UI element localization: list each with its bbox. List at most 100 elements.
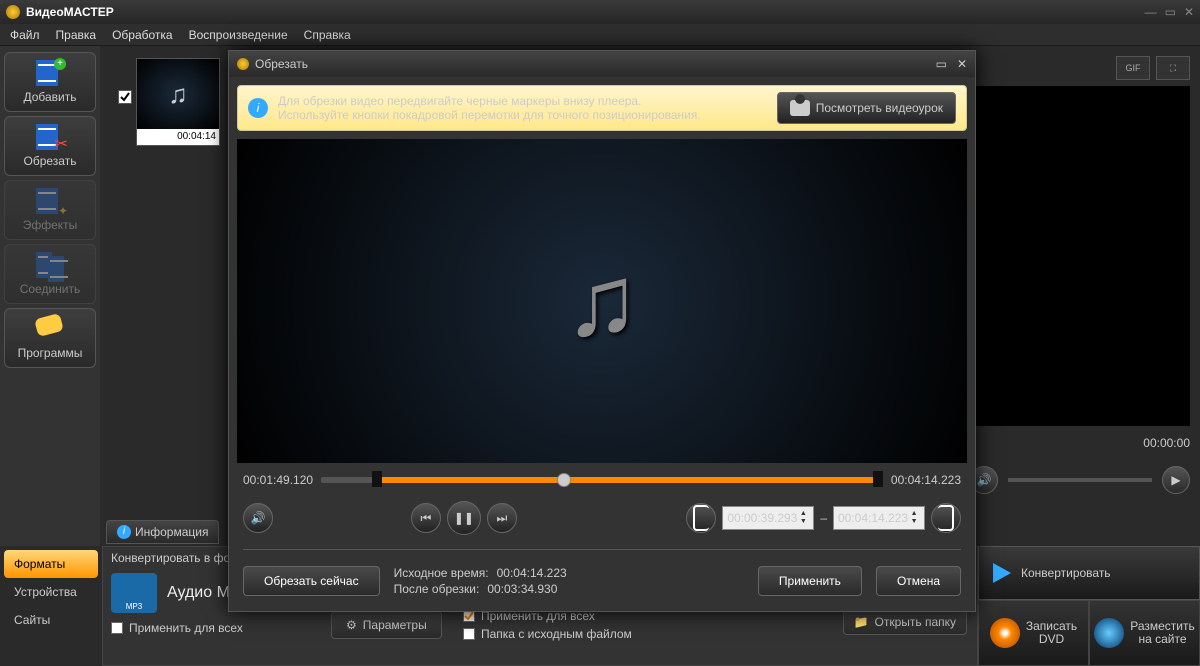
dialog-volume-button[interactable]: 🔊 <box>243 503 273 533</box>
effects-button[interactable]: ✦ Эффекты <box>4 180 96 240</box>
clip-checkbox[interactable] <box>118 90 132 104</box>
apply-all-checkbox[interactable] <box>111 622 123 634</box>
speaker-icon: 🔊 <box>977 473 992 487</box>
watch-lesson-button[interactable]: Посмотреть видеоурок <box>777 92 956 124</box>
tab-sites[interactable]: Сайты <box>4 606 98 634</box>
menu-help[interactable]: Справка <box>304 28 351 42</box>
params-label: Параметры <box>363 618 427 632</box>
step-forward-icon: ⏭ <box>497 511 508 526</box>
out-time-input[interactable]: 00:04:14.223▲▼ <box>833 506 925 530</box>
trim-now-button[interactable]: Обрезать сейчас <box>243 566 380 596</box>
after-time-label: После обрезки: <box>394 582 480 596</box>
open-folder-button[interactable]: 📁 Открыть папку <box>843 609 967 635</box>
spin-down-icon[interactable]: ▼ <box>908 518 920 526</box>
spin-up-icon[interactable]: ▲ <box>797 510 809 518</box>
hint-bar: i Для обрезки видео передвигайте черные … <box>237 85 967 131</box>
source-folder-checkbox[interactable] <box>463 628 475 640</box>
dialog-close-icon[interactable]: ✕ <box>957 57 967 71</box>
plus-icon: + <box>54 58 66 70</box>
trim-track[interactable] <box>321 477 883 483</box>
bracket-left-icon <box>693 505 709 531</box>
time-left: 00:01:49.120 <box>243 473 313 487</box>
convert-label: Конвертировать <box>1021 566 1111 580</box>
tab-devices[interactable]: Устройства <box>4 578 98 606</box>
join-label: Соединить <box>20 282 81 296</box>
globe-icon <box>1094 618 1124 648</box>
dvd-label1: Записать <box>1026 619 1077 633</box>
playhead-handle[interactable] <box>557 473 571 487</box>
format-icon: MP3 <box>111 573 157 613</box>
pause-button[interactable]: ❚❚ <box>447 501 481 535</box>
spin-up-icon[interactable]: ▲ <box>908 510 920 518</box>
info-tab[interactable]: i Информация <box>106 520 219 544</box>
trim-label: Обрезать <box>24 154 77 168</box>
apply-button[interactable]: Применить <box>758 566 862 596</box>
menu-edit[interactable]: Правка <box>56 28 97 42</box>
time-right: 00:04:14.223 <box>891 473 961 487</box>
src-time-label: Исходное время: <box>394 566 489 580</box>
close-icon[interactable]: ✕ <box>1184 5 1194 19</box>
menu-process[interactable]: Обработка <box>112 28 173 42</box>
spin-down-icon[interactable]: ▼ <box>797 518 809 526</box>
burn-dvd-button[interactable]: ЗаписатьDVD <box>978 600 1089 666</box>
dash: – <box>820 511 827 525</box>
disc-icon <box>990 618 1020 648</box>
trim-dialog: Обрезать ▭ ✕ i Для обрезки видео передви… <box>228 50 976 612</box>
clip-thumbnail[interactable]: ♫ 00:04:14 <box>136 58 220 146</box>
next-frame-button[interactable]: ⏭ <box>487 503 517 533</box>
menu-playback[interactable]: Воспроизведение <box>189 28 288 42</box>
add-button[interactable]: + Добавить <box>4 52 96 112</box>
arrow-icon <box>993 563 1011 583</box>
programs-label: Программы <box>18 346 83 360</box>
publish-web-button[interactable]: Разместитьна сайте <box>1089 600 1200 666</box>
maximize-icon[interactable]: ▭ <box>1165 5 1176 19</box>
web-label2: на сайте <box>1138 632 1186 646</box>
in-time-input[interactable]: 00:00:39.293▲▼ <box>722 506 814 530</box>
dialog-title: Обрезать <box>255 57 308 71</box>
play-icon: ▶ <box>1171 473 1180 487</box>
fullscreen-button[interactable]: ⛶ <box>1156 56 1190 80</box>
params-button[interactable]: ⚙ Параметры <box>331 611 442 639</box>
prev-frame-button[interactable]: ⏮ <box>411 503 441 533</box>
trim-marker-start[interactable] <box>372 471 382 487</box>
apply-all-label: Применить для всех <box>129 621 243 635</box>
dialog-minimize-icon[interactable]: ▭ <box>936 57 947 71</box>
gear-icon: ⚙ <box>346 618 357 632</box>
bracket-right-icon <box>938 505 954 531</box>
trim-button[interactable]: ✂ Обрезать <box>4 116 96 176</box>
source-folder-label: Папка с исходным файлом <box>481 627 632 641</box>
lesson-label: Посмотреть видеоурок <box>816 101 943 115</box>
set-out-button[interactable] <box>931 503 961 533</box>
set-in-button[interactable] <box>686 503 716 533</box>
gif-button[interactable]: GIF <box>1116 56 1150 80</box>
convert-button[interactable]: Конвертировать <box>978 546 1200 600</box>
preview-video <box>970 86 1190 426</box>
play-button[interactable]: ▶ <box>1162 466 1190 494</box>
tab-formats[interactable]: Форматы <box>4 550 98 578</box>
info-icon: i <box>117 525 131 539</box>
app-title: ВидеоМАСТЕР <box>26 5 114 19</box>
tag-icon <box>34 313 64 337</box>
join-button[interactable]: Соединить <box>4 244 96 304</box>
dialog-video: ♫ <box>237 139 967 463</box>
hint-line2: Используйте кнопки покадровой перемотки … <box>278 108 767 122</box>
music-note-icon: ♫ <box>168 79 188 110</box>
cancel-button[interactable]: Отмена <box>876 566 961 596</box>
programs-button[interactable]: Программы <box>4 308 96 368</box>
volume-slider[interactable] <box>1008 478 1152 482</box>
dvd-label2: DVD <box>1039 632 1064 646</box>
camera-icon <box>790 100 810 116</box>
folder-icon: 📁 <box>854 615 869 629</box>
trim-marker-end[interactable] <box>873 471 883 487</box>
step-back-icon: ⏮ <box>421 511 432 526</box>
hint-info-icon: i <box>248 98 268 118</box>
preview-time: 00:00:00 <box>970 436 1190 450</box>
menu-file[interactable]: Файл <box>10 28 40 42</box>
effects-label: Эффекты <box>23 218 78 232</box>
minimize-icon[interactable]: — <box>1145 5 1157 19</box>
web-label1: Разместить <box>1130 619 1195 633</box>
dialog-icon <box>237 58 249 70</box>
add-label: Добавить <box>23 90 76 104</box>
music-note-icon: ♫ <box>565 244 640 359</box>
app-logo-icon <box>6 5 20 19</box>
